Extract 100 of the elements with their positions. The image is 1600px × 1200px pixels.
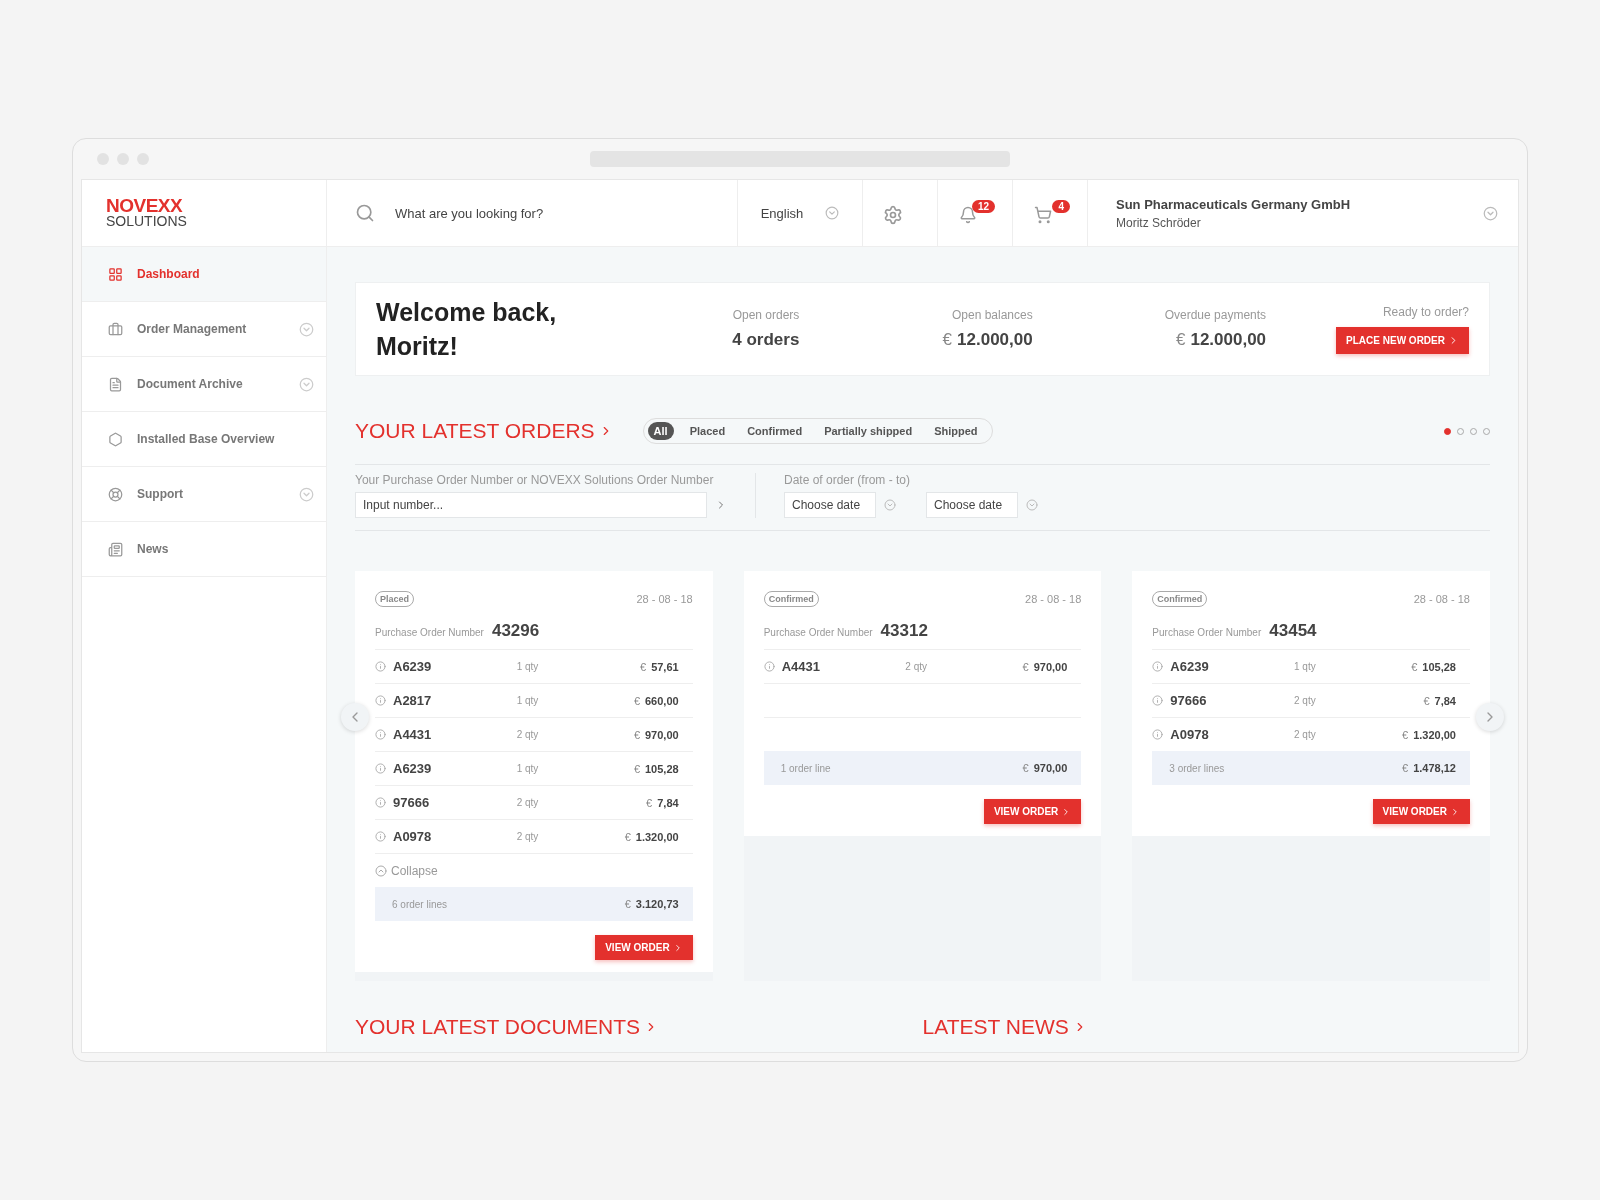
item-quantity: 1 qty [516,695,540,706]
item-quantity: 1 qty [1294,661,1317,672]
item-price: € 7,84 [1422,694,1456,707]
po-number: 43454 [1269,621,1317,641]
language-selector[interactable]: English [754,204,846,222]
item-price: € 105,28 [1410,660,1456,673]
order-lines-count: 1 order line [780,762,831,774]
chevron-down-icon [884,499,896,511]
item-code: 97666 [393,795,431,810]
order-lines-count: 6 order lines [392,898,448,910]
user-name: Moritz Schröder [1116,215,1202,230]
chevron-right-icon [1450,806,1460,817]
item-price: € 1.320,00 [1401,728,1456,741]
order-lines-count: 3 order lines [1169,762,1225,774]
order-prompt: Ready to order? [1382,304,1469,319]
file-icon [108,376,123,392]
item-price: € 970,00 [632,728,679,741]
sidebar-item[interactable]: Dashboard [82,247,326,302]
section-title-link[interactable]: LATEST NEWS [922,1015,1490,1039]
info-icon[interactable] [1152,695,1164,706]
stat-value: € 12.000,00 [1175,330,1267,350]
info-icon[interactable] [375,797,386,808]
section-title-link[interactable]: YOUR LATEST ORDERS [355,419,613,443]
chevron-down-icon [1026,499,1038,511]
bell-icon [959,206,977,224]
view-order-button[interactable]: VIEW ORDER [595,935,693,960]
stat-label: Open balances [952,308,1033,322]
item-code: A6239 [393,761,433,776]
filter-chip[interactable]: All [647,422,674,440]
item-price: € 7,84 [645,796,679,809]
chevron-down-icon [825,206,840,220]
order-date: 28 - 08 - 18 [1413,593,1470,605]
notifications-button[interactable]: 12 [955,198,995,228]
filter-chip[interactable]: Confirmed [741,422,809,440]
lifebuoy-icon [108,486,123,502]
chevron-up-icon [375,864,387,877]
previous-button[interactable] [341,703,369,731]
po-label: Purchase Order Number [375,627,484,638]
item-price: € 970,00 [1021,660,1068,673]
info-icon[interactable] [1152,661,1164,672]
po-number: 43296 [491,621,540,641]
view-order-button[interactable]: VIEW ORDER [983,799,1082,824]
item-code: A0978 [393,829,433,844]
po-number: 43312 [880,621,928,641]
stat-value: 4 orders [732,330,800,350]
order-total: € 1.478,12 [1402,762,1456,774]
order-date: 28 - 08 - 18 [636,593,693,605]
welcome-title: Welcome back, Moritz! [376,297,558,362]
item-price: € 105,28 [632,762,679,775]
filter-chip[interactable]: Placed [683,422,732,440]
stat-label: Overdue payments [1164,308,1267,322]
item-quantity: 2 qty [516,797,540,808]
item-quantity: 2 qty [516,831,540,842]
briefcase-icon [108,321,123,337]
place-order-button[interactable]: PLACE NEW ORDER [1336,326,1469,354]
info-icon[interactable] [375,763,386,774]
item-code: A0978 [1170,727,1210,742]
item-price: € 660,00 [632,694,679,707]
item-code: A4431 [393,727,433,742]
item-quantity: 1 qty [516,763,540,774]
view-order-button[interactable]: VIEW ORDER [1372,799,1470,824]
item-code: A6239 [393,659,433,674]
order-number-field[interactable]: Input number... [355,492,707,518]
filter-chip[interactable]: Shipped [928,422,984,440]
grid-icon [108,266,123,282]
section-title-link[interactable]: YOUR LATEST DOCUMENTS [355,1015,923,1039]
item-quantity: 1 qty [516,661,540,672]
info-icon[interactable] [763,661,775,672]
po-label: Purchase Order Number [1152,627,1262,638]
stat-label: Open orders [732,308,800,322]
info-icon[interactable] [375,729,386,740]
search-icon [355,203,375,223]
next-button[interactable] [1476,703,1504,731]
stat-value: € 12.000,00 [942,330,1033,350]
item-code: A4431 [781,659,821,674]
info-icon[interactable] [375,695,386,706]
cart-button[interactable]: 4 [1030,198,1070,228]
settings-icon [883,205,903,225]
po-label: Purchase Order Number [763,627,873,638]
info-icon[interactable] [1152,729,1164,740]
item-price: € 57,61 [639,660,679,673]
order-total: € 970,00 [1022,762,1068,774]
info-icon[interactable] [375,831,386,842]
item-price: € 1.320,00 [623,830,679,843]
date-field[interactable]: Choose date [784,492,876,518]
page-dot[interactable] [1444,427,1451,435]
info-icon[interactable] [375,661,386,672]
item-code: A6239 [1170,659,1210,674]
filter-label: Your Purchase Order Number or NOVEXX Solutions Order Number [355,473,715,487]
order-total: € 3.120,73 [624,898,679,910]
item-code: 97666 [1170,693,1208,708]
search-field[interactable]: What are you looking for? [393,204,737,222]
cart-icon [1034,206,1052,224]
item-code: A2817 [393,693,433,708]
filter-chip[interactable]: Partially shipped [818,422,919,440]
cart-count: 4 [1052,200,1070,213]
account-menu-icon[interactable] [1483,205,1498,221]
date-field[interactable]: Choose date [926,492,1018,518]
item-quantity: 2 qty [1294,729,1317,740]
item-quantity: 2 qty [905,661,928,672]
